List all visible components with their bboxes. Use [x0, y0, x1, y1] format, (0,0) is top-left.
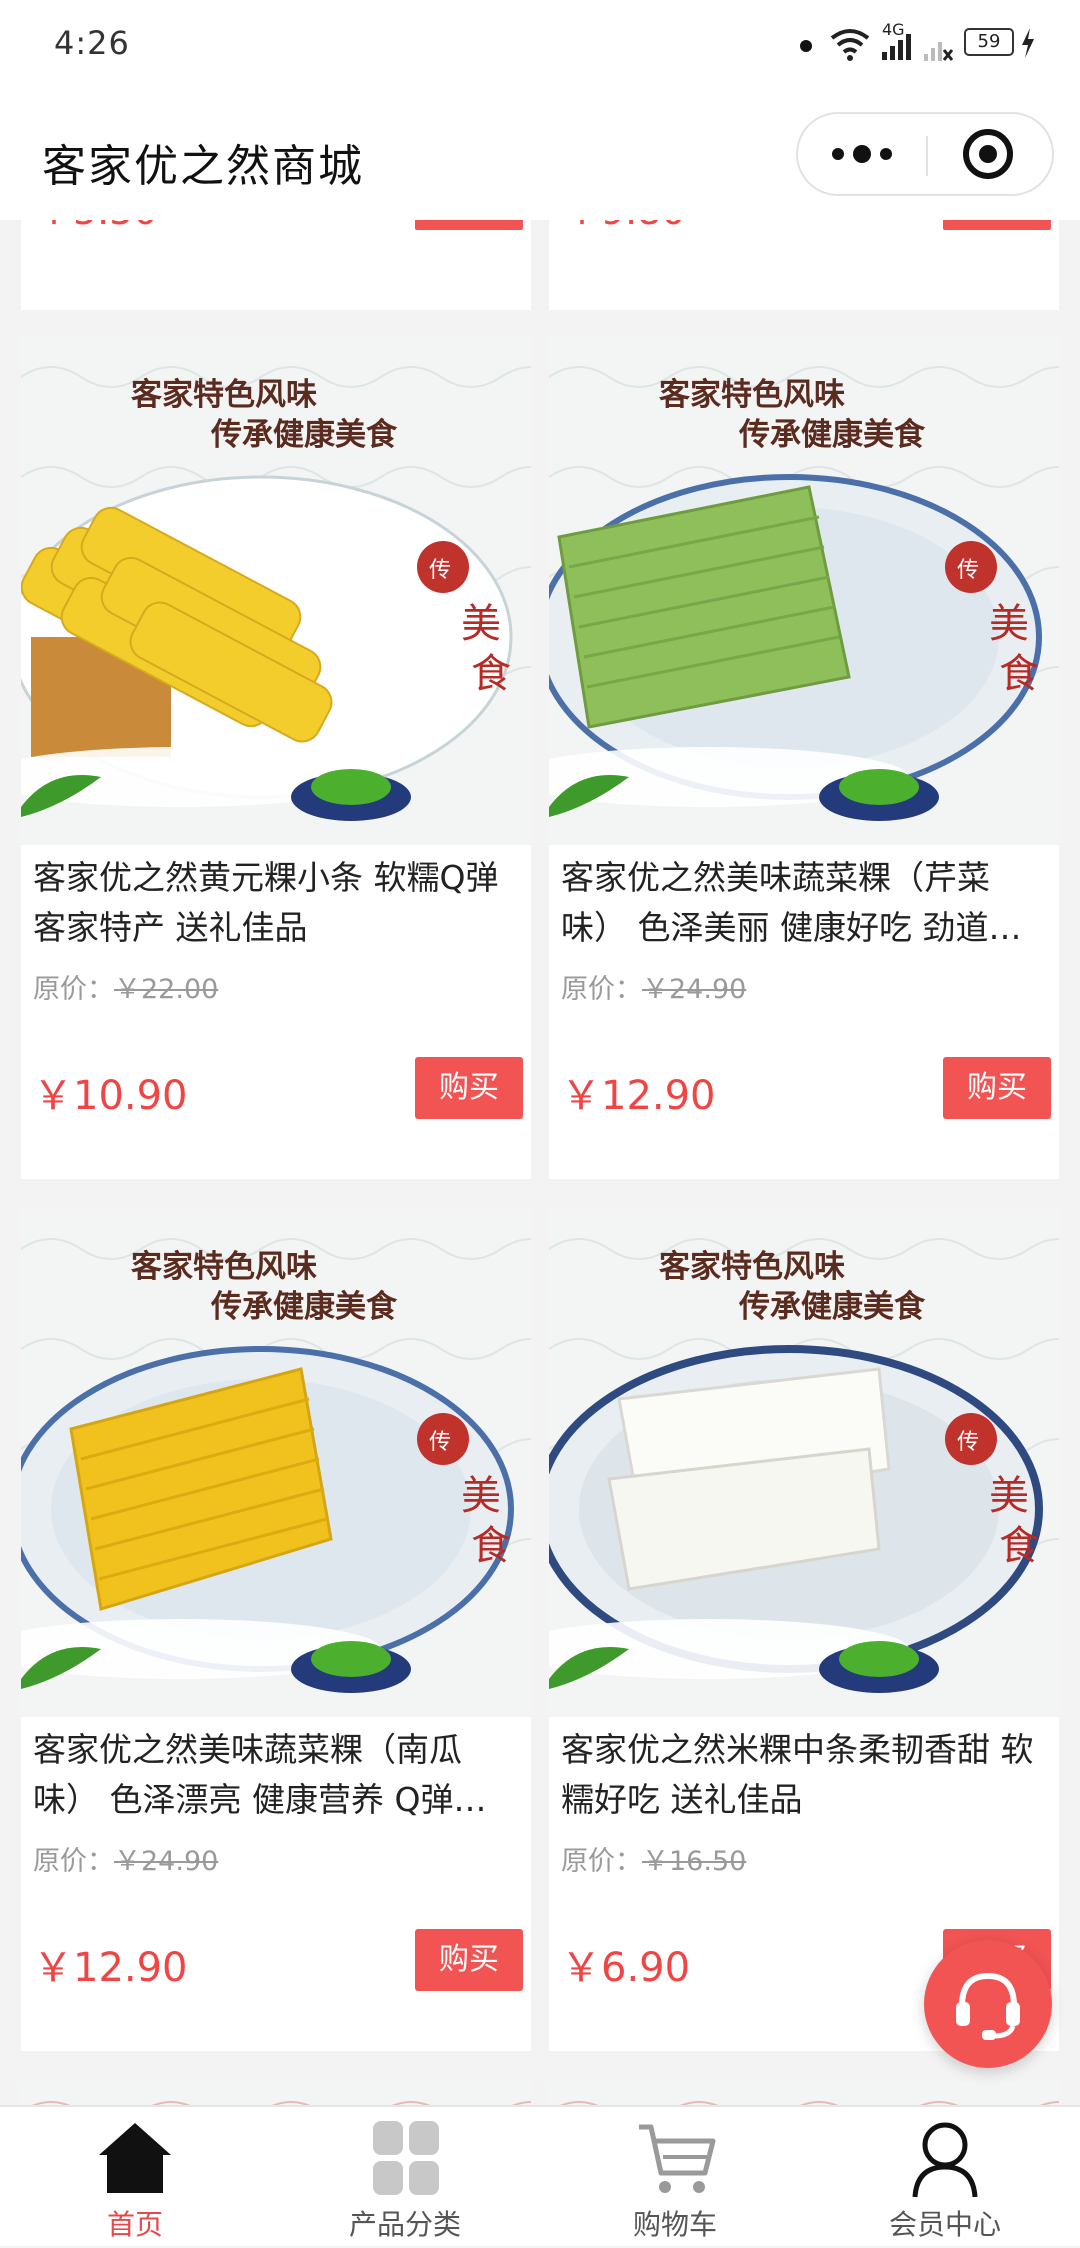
tab-label: 首页 — [106, 2208, 163, 2241]
image-banner-top: 客家特色风味 — [659, 377, 845, 413]
image-banner-sub: 传承健康美食 — [738, 417, 926, 453]
buy-button[interactable]: 购买 — [943, 1057, 1051, 1119]
bottom-tab-bar: 首页 产品分类 购物车 会员中心 — [0, 2105, 1080, 2246]
product-name[interactable]: 客家优之然美味蔬菜粿（芹菜味） 色泽美丽 健康好吃 劲道爽滑 — [561, 853, 1047, 961]
tab-label: 会员中心 — [888, 2208, 1001, 2241]
user-icon — [912, 2122, 978, 2198]
signal-off-icon — [924, 42, 954, 61]
svg-text:美: 美 — [461, 1473, 501, 1519]
image-banner-top: 客家特色风味 — [131, 377, 317, 413]
wifi-icon — [830, 29, 870, 61]
target-close-icon — [963, 129, 1013, 179]
category-grid-icon — [373, 2121, 439, 2195]
svg-text:美: 美 — [989, 601, 1029, 647]
signal-icon — [882, 34, 911, 60]
svg-text:食: 食 — [471, 1523, 511, 1569]
page-title: 客家优之然商城 — [42, 141, 364, 192]
svg-text:食: 食 — [999, 1523, 1039, 1569]
product-name[interactable]: 客家优之然美味蔬菜粿（南瓜味） 色泽漂亮 健康营养 Q弹爽滑 — [33, 1725, 519, 1833]
cart-icon — [639, 2124, 716, 2193]
product-image[interactable]: 客家特色风味 传承健康美食 传 美 食 — [549, 337, 1059, 845]
original-price: ￥24.90 — [642, 974, 747, 1005]
product-image[interactable]: 客家特色风味 传承健康美食 传 美 食 — [21, 337, 531, 845]
original-price-label: 原价： — [561, 1846, 642, 1877]
product-card[interactable]: 客家特色风味 传承健康美食 传 美 食 — [21, 337, 531, 1179]
product-price: ￥9.80 — [563, 220, 686, 235]
home-icon — [99, 2123, 171, 2193]
original-price-label: 原价： — [33, 974, 114, 1005]
original-price: ￥24.90 — [114, 1846, 219, 1877]
product-price: ￥5.50 — [35, 220, 158, 235]
image-banner-sub: 传承健康美食 — [210, 1289, 398, 1325]
product-card[interactable]: 客家特色风味 传承健康美食 传 美 食 — [549, 337, 1059, 1179]
product-card[interactable]: 客家特色风味 传承健康美食 传 美 食 — [21, 1209, 531, 2051]
product-image-partial — [549, 2082, 1078, 2105]
product-card-partial[interactable] — [21, 2082, 550, 2105]
headset-icon — [956, 1972, 1020, 2040]
original-price: ￥22.00 — [114, 974, 219, 1005]
svg-text:传: 传 — [429, 1430, 451, 1455]
close-miniprogram-button[interactable] — [928, 114, 1052, 194]
battery-icon: 59 — [964, 28, 1014, 56]
tab-label: 购物车 — [632, 2208, 717, 2241]
svg-text:美: 美 — [461, 601, 501, 647]
buy-button[interactable]: 购买 — [415, 220, 523, 230]
product-card[interactable]: 客家特色风味 传承健康美食 传 美 食 客家优之然米粿中条柔韧香甜 软糯好吃 送… — [549, 1209, 1059, 2051]
customer-service-button[interactable] — [924, 1940, 1052, 2068]
product-price: ￥12.90 — [561, 1073, 716, 1119]
tab-cart[interactable]: 购物车 — [540, 2107, 810, 2248]
tab-category[interactable]: 产品分类 — [270, 2107, 540, 2248]
product-name[interactable]: 客家优之然黄元粿小条 软糯Q弹客家特产 送礼佳品 — [33, 853, 519, 961]
product-card-partial[interactable]: ￥9.80 购买 — [549, 220, 1059, 310]
dot-icon — [800, 40, 812, 52]
product-card-partial[interactable] — [549, 2082, 1078, 2105]
image-banner-top: 客家特色风味 — [659, 1249, 845, 1285]
image-banner-sub: 传承健康美食 — [738, 1289, 926, 1325]
svg-text:食: 食 — [999, 651, 1039, 697]
more-button[interactable] — [798, 114, 926, 194]
original-price-row: 原价：￥22.00 — [33, 967, 218, 1006]
image-banner-sub: 传承健康美食 — [210, 417, 398, 453]
tab-label: 产品分类 — [348, 2208, 461, 2241]
buy-button[interactable]: 购买 — [415, 1929, 523, 1991]
status-time: 4:26 — [54, 24, 130, 62]
svg-text:美: 美 — [989, 1473, 1029, 1519]
status-icons: 4G 59 — [800, 20, 1040, 66]
product-image[interactable]: 客家特色风味 传承健康美食 传 美 食 — [21, 1209, 531, 1717]
tab-home[interactable]: 首页 — [0, 2107, 270, 2248]
original-price-label: 原价： — [561, 974, 642, 1005]
product-price: ￥12.90 — [33, 1945, 188, 1991]
tab-member[interactable]: 会员中心 — [810, 2107, 1080, 2248]
image-banner-top: 客家特色风味 — [131, 1249, 317, 1285]
charging-icon — [1022, 28, 1034, 58]
product-card-partial[interactable]: ￥5.50 购买 — [21, 220, 531, 310]
title-bar: 客家优之然商城 — [0, 90, 1080, 220]
original-price-row: 原价：￥24.90 — [561, 967, 746, 1006]
product-image-partial — [21, 2082, 550, 2105]
svg-text:传: 传 — [957, 1430, 979, 1455]
more-dots-icon — [832, 145, 892, 163]
original-price: ￥16.50 — [642, 1846, 747, 1877]
miniprogram-capsule — [796, 112, 1054, 196]
original-price-label: 原价： — [33, 1846, 114, 1877]
svg-text:传: 传 — [429, 558, 451, 583]
buy-button[interactable]: 购买 — [415, 1057, 523, 1119]
original-price-row: 原价：￥16.50 — [561, 1839, 746, 1878]
svg-text:食: 食 — [471, 651, 511, 697]
status-bar: 4:26 4G 59 — [0, 0, 1080, 90]
product-image[interactable]: 客家特色风味 传承健康美食 传 美 食 — [549, 1209, 1059, 1717]
product-price: ￥10.90 — [33, 1073, 188, 1119]
svg-text:传: 传 — [957, 558, 979, 583]
product-list[interactable]: ￥5.50 购买 ￥9.80 购买 客家特色风味 传承健康美食 — [0, 220, 1080, 2105]
product-price: ￥6.90 — [561, 1945, 691, 1991]
buy-button[interactable]: 购买 — [943, 220, 1051, 230]
original-price-row: 原价：￥24.90 — [33, 1839, 218, 1878]
product-name[interactable]: 客家优之然米粿中条柔韧香甜 软糯好吃 送礼佳品 — [561, 1725, 1047, 1833]
